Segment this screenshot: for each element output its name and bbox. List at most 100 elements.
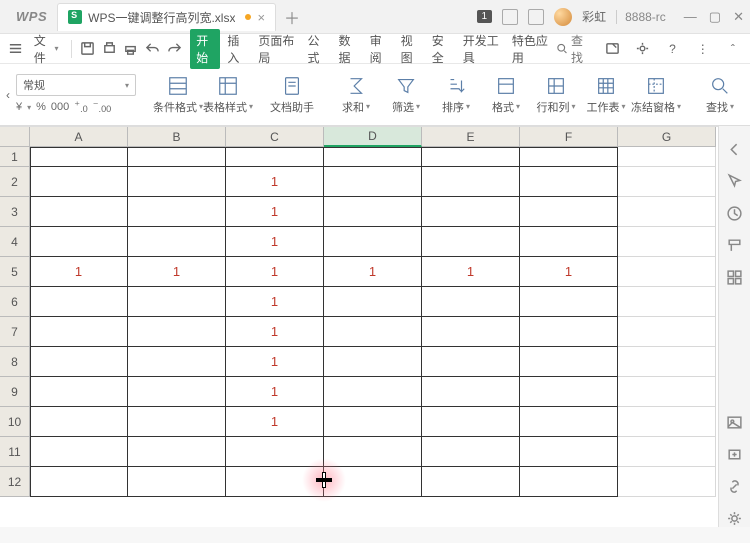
user-avatar[interactable] — [554, 8, 572, 26]
new-tab-button[interactable]: ＋ — [280, 5, 304, 29]
column-header[interactable]: G — [618, 127, 716, 147]
cell[interactable]: 1 — [226, 227, 324, 257]
cell[interactable] — [520, 407, 618, 437]
cell[interactable] — [520, 377, 618, 407]
cell[interactable] — [422, 227, 520, 257]
cell[interactable] — [324, 377, 422, 407]
settings-icon[interactable] — [631, 37, 653, 61]
cell[interactable] — [422, 407, 520, 437]
cell[interactable] — [618, 317, 716, 347]
cell[interactable] — [422, 377, 520, 407]
cell[interactable] — [618, 467, 716, 497]
cell[interactable] — [422, 287, 520, 317]
cell[interactable] — [618, 167, 716, 197]
cell[interactable] — [618, 437, 716, 467]
cell[interactable]: 1 — [226, 287, 324, 317]
menu-tab-3[interactable]: 公式 — [301, 29, 331, 69]
redo-icon[interactable] — [164, 37, 184, 61]
undo-icon[interactable] — [143, 37, 163, 61]
cell[interactable] — [324, 347, 422, 377]
username-label[interactable]: 彩虹 — [582, 8, 606, 25]
select-tool-icon[interactable] — [726, 172, 744, 190]
file-menu-button[interactable]: 文件▾ — [28, 32, 65, 66]
cell[interactable] — [324, 407, 422, 437]
cell[interactable]: 1 — [226, 317, 324, 347]
sum-button[interactable]: 求和▾ — [334, 75, 378, 115]
cell[interactable] — [520, 317, 618, 347]
collapse-ribbon-icon[interactable]: ˆ — [722, 37, 744, 61]
cell[interactable] — [30, 407, 128, 437]
menu-tab-9[interactable]: 特色应用 — [506, 29, 554, 69]
cell[interactable]: 1 — [226, 257, 324, 287]
cell[interactable] — [30, 317, 128, 347]
freeze-panes-button[interactable]: 冻结窗格▾ — [634, 75, 678, 115]
menu-tab-6[interactable]: 视图 — [395, 29, 425, 69]
thousand-sep-button[interactable]: 000 — [51, 101, 69, 113]
cell[interactable] — [30, 197, 128, 227]
column-header[interactable]: E — [422, 127, 520, 147]
cell[interactable] — [128, 407, 226, 437]
row-header[interactable]: 8 — [0, 347, 30, 377]
cell[interactable] — [30, 467, 128, 497]
hamburger-icon[interactable] — [6, 37, 26, 61]
cell[interactable] — [324, 167, 422, 197]
row-header[interactable]: 2 — [0, 167, 30, 197]
cell[interactable] — [30, 287, 128, 317]
column-header[interactable]: D — [324, 127, 422, 147]
cell[interactable] — [520, 347, 618, 377]
backup-tool-icon[interactable] — [726, 445, 744, 463]
cell[interactable] — [520, 437, 618, 467]
cell[interactable]: 1 — [30, 257, 128, 287]
cell[interactable] — [618, 377, 716, 407]
row-header[interactable]: 3 — [0, 197, 30, 227]
link-tool-icon[interactable] — [726, 477, 744, 495]
cell[interactable] — [618, 407, 716, 437]
help-icon[interactable]: ? — [661, 37, 683, 61]
rowcol-button[interactable]: 行和列▾ — [534, 75, 578, 115]
cell[interactable] — [422, 317, 520, 347]
cell[interactable] — [324, 467, 422, 497]
cell[interactable] — [324, 227, 422, 257]
select-all-corner[interactable] — [0, 127, 30, 147]
currency-button[interactable]: ¥ — [16, 101, 22, 113]
cell[interactable] — [618, 257, 716, 287]
cell[interactable] — [618, 287, 716, 317]
row-header[interactable]: 5 — [0, 257, 30, 287]
cell[interactable]: 1 — [226, 167, 324, 197]
tab-count-badge[interactable]: 1 — [477, 10, 493, 23]
cell[interactable]: 1 — [128, 257, 226, 287]
app-grid-icon[interactable] — [502, 9, 518, 25]
cell[interactable] — [422, 147, 520, 167]
cell[interactable] — [30, 437, 128, 467]
cell[interactable] — [128, 317, 226, 347]
cell[interactable] — [128, 437, 226, 467]
row-header[interactable]: 9 — [0, 377, 30, 407]
menu-tab-0[interactable]: 开始 — [190, 29, 220, 69]
cell[interactable] — [128, 347, 226, 377]
cell[interactable] — [324, 147, 422, 167]
row-header[interactable]: 4 — [0, 227, 30, 257]
cell[interactable] — [422, 467, 520, 497]
cell[interactable] — [422, 347, 520, 377]
cell[interactable] — [618, 227, 716, 257]
cell[interactable] — [30, 147, 128, 167]
menu-tab-1[interactable]: 插入 — [221, 29, 251, 69]
cell[interactable] — [324, 437, 422, 467]
percent-button[interactable]: % — [36, 101, 46, 113]
cell[interactable] — [128, 287, 226, 317]
cell[interactable] — [128, 377, 226, 407]
clock-tool-icon[interactable] — [726, 204, 744, 222]
decrease-decimal-button[interactable]: ⁻.00 — [93, 99, 112, 114]
row-header[interactable]: 10 — [0, 407, 30, 437]
column-header[interactable]: C — [226, 127, 324, 147]
cell[interactable] — [128, 167, 226, 197]
column-header[interactable]: B — [128, 127, 226, 147]
cell[interactable] — [520, 287, 618, 317]
conditional-format-button[interactable]: 条件格式▾ — [156, 75, 200, 115]
cell[interactable]: 1 — [226, 197, 324, 227]
row-header[interactable]: 11 — [0, 437, 30, 467]
cell[interactable] — [324, 317, 422, 347]
row-header[interactable]: 7 — [0, 317, 30, 347]
menu-tab-4[interactable]: 数据 — [333, 29, 363, 69]
cell[interactable] — [128, 147, 226, 167]
